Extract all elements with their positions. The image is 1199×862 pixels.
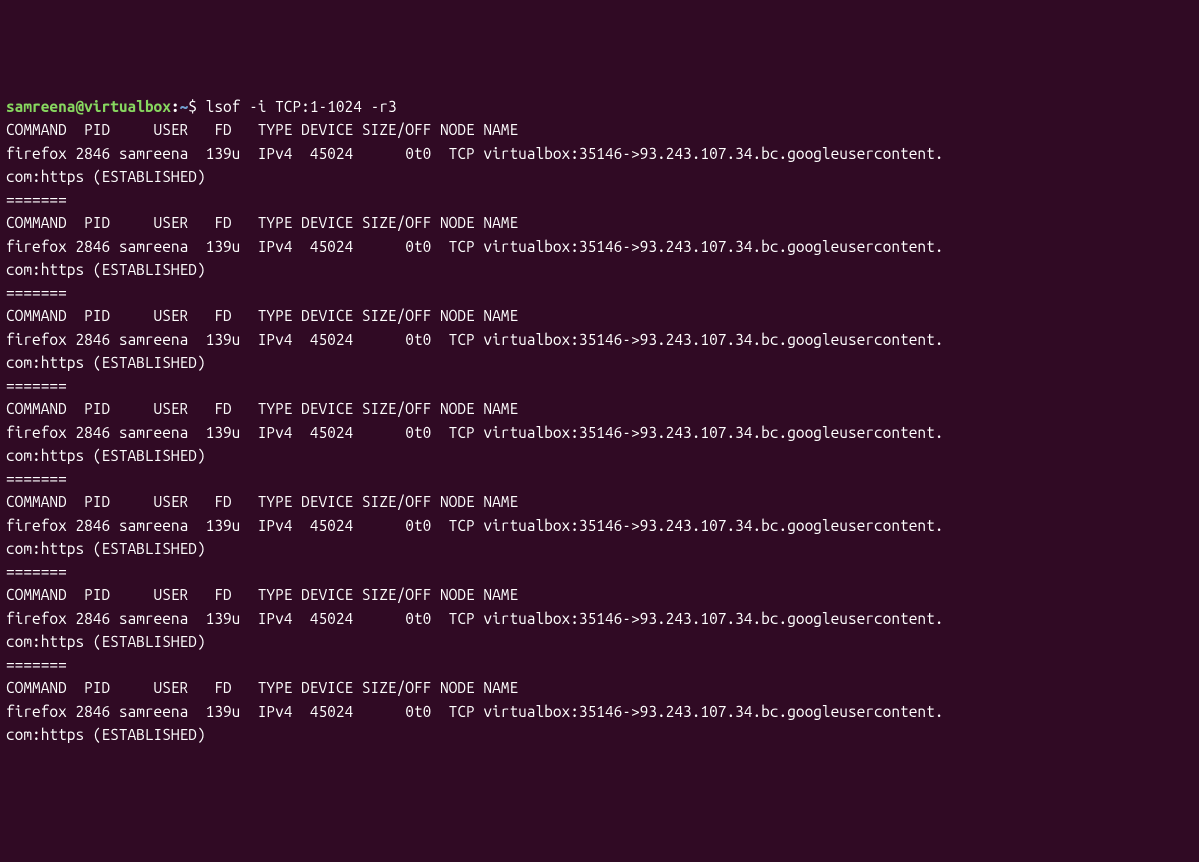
lsof-row-part2: com:https (ESTABLISHED)	[6, 354, 206, 371]
terminal-line: com:https (ESTABLISHED)	[6, 444, 1193, 467]
terminal-line: COMMAND PID USER FD TYPE DEVICE SIZE/OFF…	[6, 211, 1193, 234]
lsof-separator: =======	[6, 377, 67, 394]
terminal-line: firefox 2846 samreena 139u IPv4 45024 0t…	[6, 421, 1193, 444]
lsof-row-part2: com:https (ESTABLISHED)	[6, 447, 206, 464]
command-text: lsof -i TCP:1-1024 -r3	[206, 98, 397, 115]
lsof-row-part2: com:https (ESTABLISHED)	[6, 633, 206, 650]
terminal-line: samreena@virtualbox:~$ lsof -i TCP:1-102…	[6, 95, 1193, 118]
terminal-line: com:https (ESTABLISHED)	[6, 351, 1193, 374]
terminal-line: firefox 2846 samreena 139u IPv4 45024 0t…	[6, 142, 1193, 165]
lsof-header: COMMAND PID USER FD TYPE DEVICE SIZE/OFF…	[6, 214, 518, 231]
terminal-line: com:https (ESTABLISHED)	[6, 537, 1193, 560]
prompt-user: samreena@virtualbox	[6, 98, 171, 115]
terminal-line: COMMAND PID USER FD TYPE DEVICE SIZE/OFF…	[6, 118, 1193, 141]
terminal-line: com:https (ESTABLISHED)	[6, 630, 1193, 653]
lsof-header: COMMAND PID USER FD TYPE DEVICE SIZE/OFF…	[6, 307, 518, 324]
lsof-row-part1: firefox 2846 samreena 139u IPv4 45024 0t…	[6, 610, 943, 627]
lsof-separator: =======	[6, 656, 67, 673]
terminal-line: COMMAND PID USER FD TYPE DEVICE SIZE/OFF…	[6, 676, 1193, 699]
terminal-line: COMMAND PID USER FD TYPE DEVICE SIZE/OFF…	[6, 304, 1193, 327]
terminal-line: firefox 2846 samreena 139u IPv4 45024 0t…	[6, 700, 1193, 723]
lsof-row-part2: com:https (ESTABLISHED)	[6, 168, 206, 185]
lsof-separator: =======	[6, 470, 67, 487]
terminal-line: =======	[6, 188, 1193, 211]
lsof-row-part1: firefox 2846 samreena 139u IPv4 45024 0t…	[6, 424, 943, 441]
prompt-colon: :	[171, 98, 180, 115]
terminal-line: firefox 2846 samreena 139u IPv4 45024 0t…	[6, 514, 1193, 537]
lsof-row-part2: com:https (ESTABLISHED)	[6, 540, 206, 557]
prompt-path: ~	[180, 98, 189, 115]
terminal-line: =======	[6, 653, 1193, 676]
terminal-line: firefox 2846 samreena 139u IPv4 45024 0t…	[6, 235, 1193, 258]
lsof-header: COMMAND PID USER FD TYPE DEVICE SIZE/OFF…	[6, 493, 518, 510]
terminal-line: =======	[6, 281, 1193, 304]
lsof-row-part1: firefox 2846 samreena 139u IPv4 45024 0t…	[6, 145, 943, 162]
prompt-dollar: $	[188, 98, 205, 115]
lsof-header: COMMAND PID USER FD TYPE DEVICE SIZE/OFF…	[6, 400, 518, 417]
terminal-line: COMMAND PID USER FD TYPE DEVICE SIZE/OFF…	[6, 583, 1193, 606]
terminal-line: =======	[6, 467, 1193, 490]
lsof-row-part1: firefox 2846 samreena 139u IPv4 45024 0t…	[6, 238, 943, 255]
lsof-separator: =======	[6, 563, 67, 580]
lsof-row-part1: firefox 2846 samreena 139u IPv4 45024 0t…	[6, 703, 943, 720]
terminal-line: COMMAND PID USER FD TYPE DEVICE SIZE/OFF…	[6, 397, 1193, 420]
terminal-line: com:https (ESTABLISHED)	[6, 258, 1193, 281]
lsof-row-part2: com:https (ESTABLISHED)	[6, 261, 206, 278]
terminal-line: =======	[6, 374, 1193, 397]
terminal-line: com:https (ESTABLISHED)	[6, 165, 1193, 188]
terminal-output[interactable]: samreena@virtualbox:~$ lsof -i TCP:1-102…	[6, 95, 1193, 746]
lsof-header: COMMAND PID USER FD TYPE DEVICE SIZE/OFF…	[6, 679, 518, 696]
lsof-row-part1: firefox 2846 samreena 139u IPv4 45024 0t…	[6, 331, 943, 348]
lsof-row-part2: com:https (ESTABLISHED)	[6, 726, 206, 743]
lsof-separator: =======	[6, 191, 67, 208]
terminal-line: firefox 2846 samreena 139u IPv4 45024 0t…	[6, 328, 1193, 351]
lsof-separator: =======	[6, 284, 67, 301]
lsof-header: COMMAND PID USER FD TYPE DEVICE SIZE/OFF…	[6, 121, 518, 138]
lsof-header: COMMAND PID USER FD TYPE DEVICE SIZE/OFF…	[6, 586, 518, 603]
lsof-row-part1: firefox 2846 samreena 139u IPv4 45024 0t…	[6, 517, 943, 534]
terminal-line: firefox 2846 samreena 139u IPv4 45024 0t…	[6, 607, 1193, 630]
terminal-line: =======	[6, 560, 1193, 583]
terminal-line: COMMAND PID USER FD TYPE DEVICE SIZE/OFF…	[6, 490, 1193, 513]
terminal-line: com:https (ESTABLISHED)	[6, 723, 1193, 746]
